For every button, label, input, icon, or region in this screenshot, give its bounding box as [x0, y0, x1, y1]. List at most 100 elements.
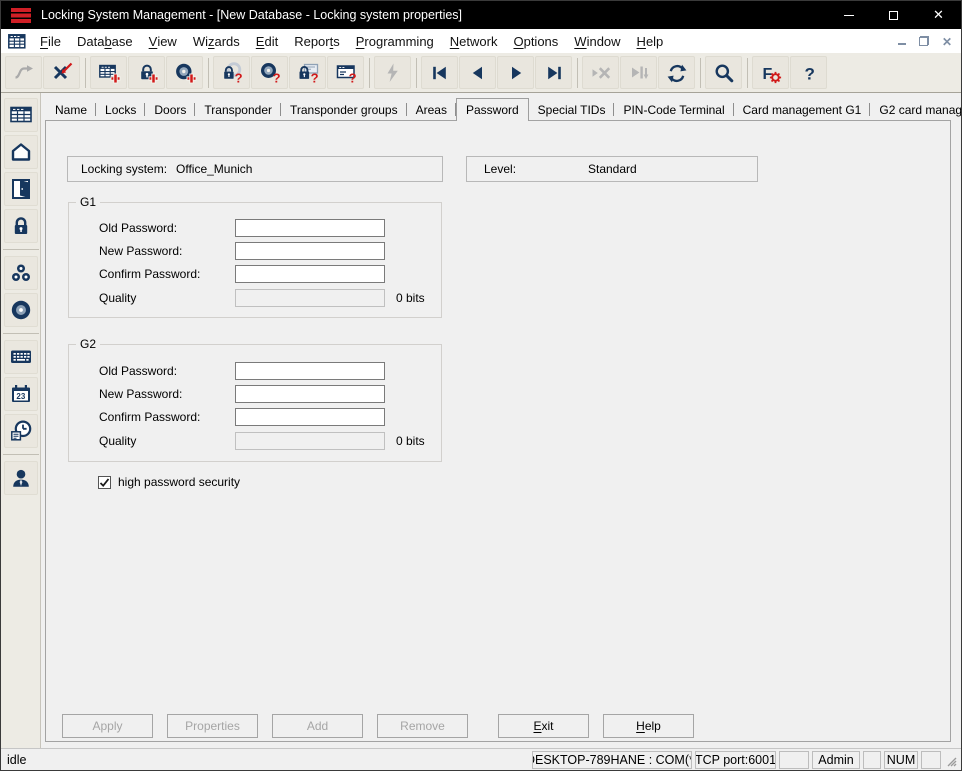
- g1-old-password-input[interactable]: [235, 219, 385, 237]
- toolbar-last-record-button[interactable]: [535, 56, 572, 89]
- toolbar-separator: [85, 58, 86, 88]
- toolbar-new-transponder-button[interactable]: [166, 56, 203, 89]
- status-empty-panel-2: [863, 751, 881, 769]
- tab-transponder-groups[interactable]: Transponder groups: [281, 100, 407, 120]
- tab-locks[interactable]: Locks: [96, 100, 145, 120]
- tab-special-tids[interactable]: Special TIDs: [529, 100, 615, 120]
- menu-item-programming[interactable]: Programming: [348, 29, 442, 53]
- sidebar-transponder-group-button[interactable]: [4, 256, 38, 290]
- level-label: Level:: [484, 162, 516, 176]
- window-title: Locking System Management - [New Databas…: [41, 8, 462, 22]
- high-password-security-checkbox[interactable]: [98, 476, 111, 489]
- toolbar-new-lock-button[interactable]: [128, 56, 165, 89]
- sidebar-home-button[interactable]: [4, 135, 38, 169]
- g2-old-password-input[interactable]: [235, 362, 385, 380]
- door-icon: [8, 176, 34, 202]
- status-state: idle: [1, 753, 529, 767]
- content-area: Name Locks Doors Transponder Transponder…: [41, 93, 961, 748]
- help-icon: ?: [797, 61, 821, 85]
- matrix-view-icon: [8, 344, 34, 370]
- g1-confirm-password-input[interactable]: [235, 265, 385, 283]
- new-transponder-icon: [173, 61, 197, 85]
- toolbar-program-flash-button[interactable]: [374, 56, 411, 89]
- sidebar-lock-button[interactable]: [4, 209, 38, 243]
- read-lock-icon: ?: [220, 61, 244, 85]
- apply-button[interactable]: Apply: [62, 714, 153, 738]
- toolbar-prev-record-button[interactable]: [459, 56, 496, 89]
- sidebar-separator: [3, 454, 39, 455]
- status-bar: idle DESKTOP-789HANE : COM(*) TCP port:6…: [1, 748, 961, 770]
- toolbar-refresh-button[interactable]: [658, 56, 695, 89]
- maximize-icon: [889, 11, 898, 20]
- toolbar-help-button[interactable]: ?: [790, 56, 827, 89]
- toolbar-filter-settings-button[interactable]: F: [752, 56, 789, 89]
- refresh-icon: [665, 61, 689, 85]
- mdi-document-icon[interactable]: [8, 34, 26, 49]
- toolbar-skip-button[interactable]: [620, 56, 657, 89]
- high-password-security-label: high password security: [118, 475, 240, 489]
- sidebar-user-button[interactable]: [4, 461, 38, 495]
- g2-quality-row: Quality 0 bits: [69, 432, 441, 450]
- minimize-button[interactable]: [826, 1, 871, 29]
- tab-doors[interactable]: Doors: [145, 100, 195, 120]
- mdi-restore-button[interactable]: [919, 36, 929, 46]
- footer-buttons: Apply Properties Add Remove Exit Help: [62, 714, 708, 738]
- remove-button[interactable]: Remove: [377, 714, 468, 738]
- toolbar-next-record-button[interactable]: [497, 56, 534, 89]
- menu-item-reports[interactable]: Reports: [286, 29, 348, 53]
- transponder-group-icon: [8, 260, 34, 286]
- toolbar-read-transponder-button[interactable]: ?: [251, 56, 288, 89]
- status-connection-panel: DESKTOP-789HANE : COM(*): [532, 751, 692, 769]
- sidebar-door-button[interactable]: [4, 172, 38, 206]
- lock-icon: [8, 213, 34, 239]
- exit-button[interactable]: Exit: [498, 714, 589, 738]
- maximize-button[interactable]: [871, 1, 916, 29]
- app-window: Locking System Management - [New Databas…: [0, 0, 962, 771]
- tab-transponder[interactable]: Transponder: [195, 100, 281, 120]
- tab-pin-code-terminal[interactable]: PIN-Code Terminal: [614, 100, 733, 120]
- sidebar-matrix-view-button[interactable]: [4, 340, 38, 374]
- toolbar-disconnect-button[interactable]: [43, 56, 80, 89]
- g2-new-password-input[interactable]: [235, 385, 385, 403]
- sidebar-log-button[interactable]: [4, 414, 38, 448]
- menu-item-edit[interactable]: Edit: [248, 29, 286, 53]
- toolbar-read-lock-card-button[interactable]: ?: [289, 56, 326, 89]
- sidebar-matrix-button[interactable]: [4, 98, 38, 132]
- help-button[interactable]: Help: [603, 714, 694, 738]
- close-button[interactable]: ✕: [916, 1, 961, 29]
- toolbar-new-locking-system-button[interactable]: [90, 56, 127, 89]
- search-icon: [712, 61, 736, 85]
- g1-new-password-input[interactable]: [235, 242, 385, 260]
- tab-name[interactable]: Name: [46, 100, 96, 120]
- menu-item-network[interactable]: Network: [442, 29, 506, 53]
- toolbar-separator: [577, 58, 578, 88]
- resize-grip-icon[interactable]: [944, 752, 958, 768]
- menu-item-file[interactable]: File: [32, 29, 69, 53]
- toolbar-separator: [208, 58, 209, 88]
- g2-confirm-password-input[interactable]: [235, 408, 385, 426]
- tab-password[interactable]: Password: [456, 98, 529, 121]
- toolbar-search-button[interactable]: [705, 56, 742, 89]
- toolbar-connect-button[interactable]: [5, 56, 42, 89]
- menu-item-view[interactable]: View: [141, 29, 185, 53]
- add-button[interactable]: Add: [272, 714, 363, 738]
- menu-item-window[interactable]: Window: [566, 29, 628, 53]
- mdi-minimize-button[interactable]: [898, 37, 906, 45]
- toolbar-read-lock-button[interactable]: ?: [213, 56, 250, 89]
- menu-item-database[interactable]: Database: [69, 29, 141, 53]
- sidebar-transponder-button[interactable]: [4, 293, 38, 327]
- menu-item-help[interactable]: Help: [629, 29, 672, 53]
- toolbar-first-record-button[interactable]: [421, 56, 458, 89]
- tab-areas[interactable]: Areas: [407, 100, 456, 120]
- toolbar-read-terminal-button[interactable]: ?: [327, 56, 364, 89]
- mdi-minimize-icon: [898, 43, 906, 45]
- properties-button[interactable]: Properties: [167, 714, 258, 738]
- tab-card-management-g1[interactable]: Card management G1: [734, 100, 871, 120]
- close-icon: ✕: [933, 7, 944, 23]
- menu-item-options[interactable]: Options: [505, 29, 566, 53]
- toolbar-cancel-button[interactable]: [582, 56, 619, 89]
- menu-item-wizards[interactable]: Wizards: [185, 29, 248, 53]
- mdi-close-button[interactable]: ✕: [942, 34, 952, 49]
- tab-g2-card-management[interactable]: G2 card management: [870, 100, 962, 120]
- sidebar-calendar-button[interactable]: 23: [4, 377, 38, 411]
